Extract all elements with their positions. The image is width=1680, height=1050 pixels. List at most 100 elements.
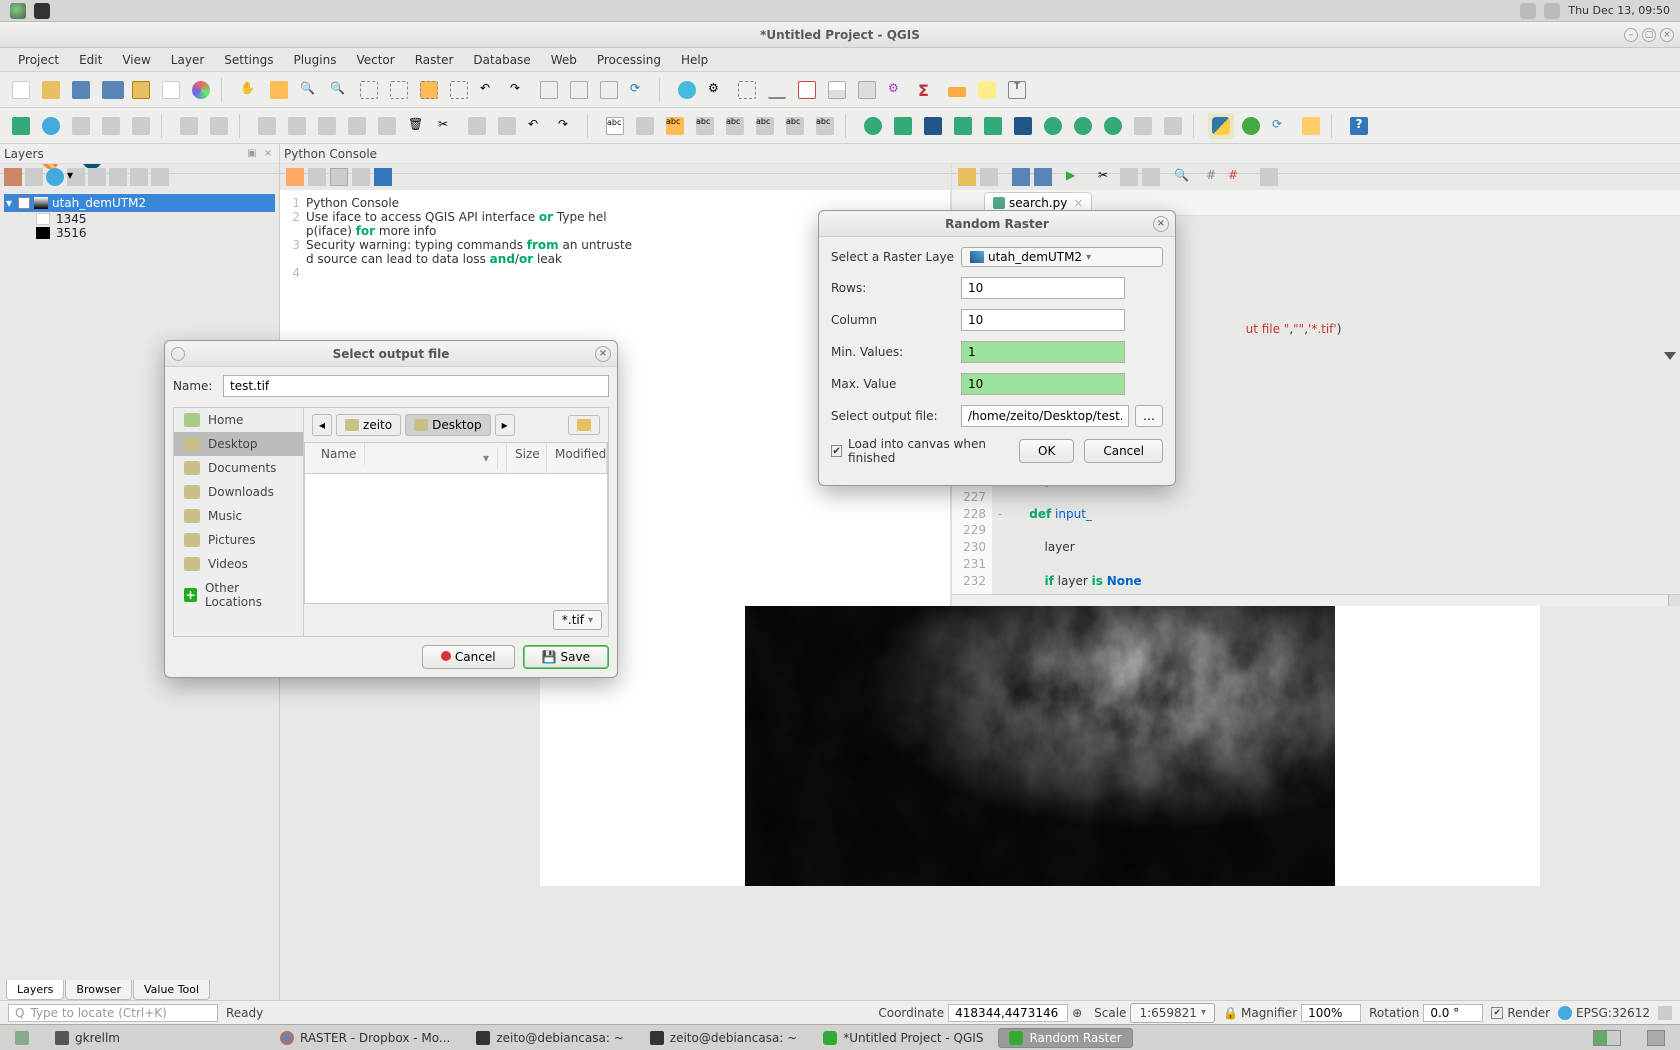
new-project-button[interactable] [8, 77, 34, 103]
paste-button[interactable] [494, 113, 520, 139]
apps-menu-icon[interactable] [10, 3, 26, 19]
max-input[interactable] [961, 373, 1125, 395]
plugin-button10[interactable] [1130, 113, 1156, 139]
sidebar-documents[interactable]: Documents [174, 456, 303, 480]
file-cancel-button[interactable]: Cancel [422, 645, 515, 669]
clock-text[interactable]: Thu Dec 13, 09:50 [1568, 4, 1670, 17]
magnifier-input[interactable] [1301, 1004, 1361, 1022]
editor-find-icon[interactable]: 🔍 [1174, 168, 1192, 186]
new-spatialite-button[interactable] [128, 113, 154, 139]
plugin-button11[interactable] [1160, 113, 1186, 139]
edit-button2[interactable] [206, 113, 232, 139]
open-project-button[interactable] [38, 77, 64, 103]
zoom-next-button[interactable]: ↷ [506, 77, 532, 103]
map-tips-button[interactable] [974, 77, 1000, 103]
editor-paste-icon[interactable] [1142, 168, 1160, 186]
sidebar-desktop[interactable]: Desktop [174, 432, 303, 456]
tab-close-icon[interactable]: × [1073, 196, 1083, 210]
filename-input[interactable] [223, 375, 609, 397]
close-icon[interactable]: × [595, 346, 611, 362]
zoom-layer-button[interactable] [446, 77, 472, 103]
redo-button[interactable]: ↷ [554, 113, 580, 139]
pyconsole-editor-icon[interactable] [330, 168, 348, 186]
statistics-button[interactable]: Σ [914, 77, 940, 103]
editor-saveas-icon[interactable] [1034, 168, 1052, 186]
close-button[interactable]: × [1660, 28, 1674, 42]
new-shapefile-button[interactable] [98, 113, 124, 139]
measure-button[interactable] [944, 77, 970, 103]
editor-save-icon[interactable] [1012, 168, 1030, 186]
plugin-osm-button[interactable] [860, 113, 886, 139]
attribute-table-button[interactable] [824, 77, 850, 103]
identify-button[interactable] [674, 77, 700, 103]
new-bookmark-button[interactable] [566, 77, 592, 103]
minimize-button[interactable]: – [1624, 28, 1638, 42]
volume-icon[interactable] [1520, 3, 1536, 19]
label-button4[interactable]: abc [692, 113, 718, 139]
delete-button[interactable]: 🗑 [404, 113, 430, 139]
editor-open-icon[interactable] [958, 168, 976, 186]
editor-copy-icon[interactable] [1120, 168, 1138, 186]
annotation-button[interactable]: T [1004, 77, 1030, 103]
menu-settings[interactable]: Settings [224, 53, 273, 67]
task-terminal-1[interactable]: zeito@debiancasa: ~ [465, 1028, 634, 1048]
undock-icon[interactable]: ▣ [245, 147, 259, 161]
menu-vector[interactable]: Vector [356, 53, 394, 67]
close-panel-icon[interactable]: × [261, 147, 275, 161]
zoom-selection-button[interactable] [416, 77, 442, 103]
file-list[interactable] [304, 474, 608, 604]
task-qgis[interactable]: *Untitled Project - QGIS [812, 1028, 994, 1048]
task-terminal-2[interactable]: zeito@debiancasa: ~ [639, 1028, 808, 1048]
label-button1[interactable]: abc [602, 113, 628, 139]
coord-toggle-icon[interactable]: ⊕ [1072, 1006, 1086, 1020]
deselect-button[interactable] [794, 77, 820, 103]
layer-item-utah[interactable]: ▾ ✔ utah_demUTM2 [4, 194, 275, 212]
task-random-raster[interactable]: Random Raster [998, 1028, 1132, 1048]
pyconsole-run-icon[interactable] [308, 168, 326, 186]
edit-button1[interactable] [176, 113, 202, 139]
editor-uncomment-icon[interactable]: # [1228, 168, 1246, 186]
help-button[interactable]: ? [1346, 113, 1372, 139]
sidebar-downloads[interactable]: Downloads [174, 480, 303, 504]
cancel-button[interactable]: Cancel [1084, 439, 1163, 463]
zoom-out-button[interactable]: 🔍 [326, 77, 352, 103]
layout-manager-button[interactable] [158, 77, 184, 103]
breadcrumb-back[interactable]: ◂ [312, 414, 332, 436]
plugin-button6[interactable] [1010, 113, 1036, 139]
plugin-button5[interactable] [980, 113, 1006, 139]
copy-button[interactable] [464, 113, 490, 139]
coord-input[interactable] [948, 1004, 1068, 1022]
sidebar-videos[interactable]: Videos [174, 552, 303, 576]
edit-button4[interactable] [284, 113, 310, 139]
cols-input[interactable] [961, 309, 1125, 331]
menu-edit[interactable]: Edit [79, 53, 102, 67]
edit-button3[interactable] [254, 113, 280, 139]
menu-web[interactable]: Web [551, 53, 577, 67]
add-raster-button[interactable] [38, 113, 64, 139]
plugin-button14[interactable] [1298, 113, 1324, 139]
h-scrollbar[interactable] [1668, 595, 1680, 606]
layer-checkbox[interactable]: ✔ [18, 197, 30, 209]
show-desktop-button[interactable] [4, 1028, 40, 1048]
breadcrumb-desktop[interactable]: Desktop [405, 414, 491, 436]
browse-button[interactable]: … [1135, 405, 1163, 427]
editor-new-icon[interactable] [980, 168, 998, 186]
task-firefox[interactable]: RASTER - Dropbox - Mo... [269, 1028, 461, 1048]
label-button5[interactable]: abc [722, 113, 748, 139]
field-calculator-button[interactable] [854, 77, 880, 103]
layers-filter-icon[interactable]: ▾ [67, 168, 85, 186]
edit-button7[interactable] [374, 113, 400, 139]
plugin-button2[interactable] [890, 113, 916, 139]
new-vector-button[interactable] [68, 113, 94, 139]
editor-run-icon[interactable]: ▶ [1066, 168, 1084, 186]
edit-button5[interactable] [314, 113, 340, 139]
layers-expression-icon[interactable] [88, 168, 106, 186]
col-size[interactable]: Size [507, 443, 547, 473]
locator-input[interactable]: QType to locate (Ctrl+K) [8, 1004, 218, 1022]
menu-database[interactable]: Database [473, 53, 530, 67]
ok-button[interactable]: OK [1019, 439, 1074, 463]
layers-remove-icon[interactable] [151, 168, 169, 186]
layers-expand-icon[interactable] [109, 168, 127, 186]
save-button[interactable] [68, 77, 94, 103]
new-map-view-button[interactable] [536, 77, 562, 103]
